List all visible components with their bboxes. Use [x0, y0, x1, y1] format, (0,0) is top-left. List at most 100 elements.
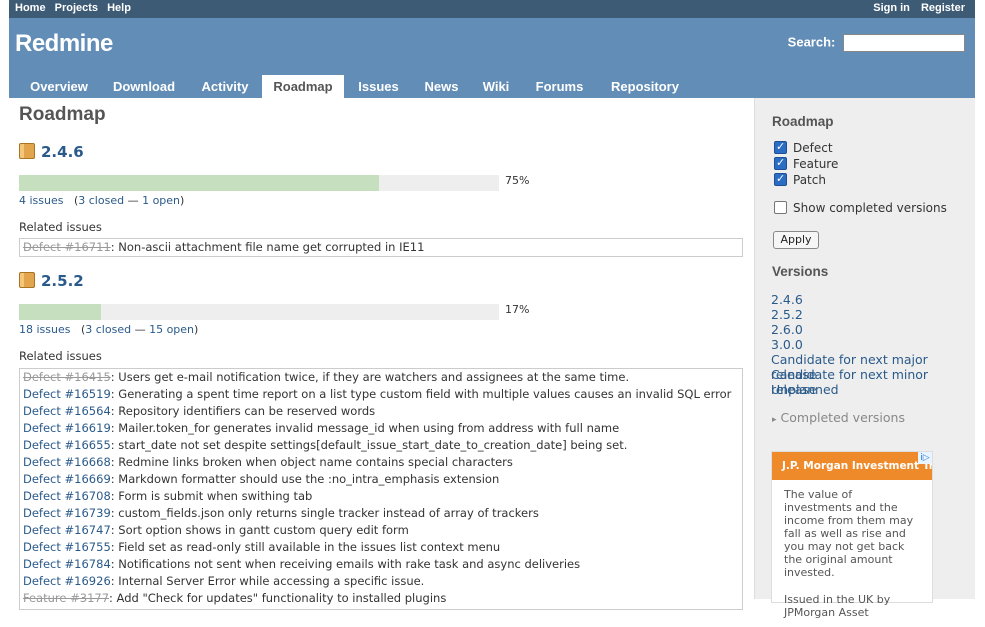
header: Redmine Search: [9, 18, 975, 75]
issue-link[interactable]: Defect #16711 [23, 240, 111, 254]
adchoices-icon[interactable]: i▷ [918, 452, 932, 464]
version-title-2-4-6[interactable]: 2.4.6 [19, 143, 84, 161]
table-row: Defect #16655: start_date not set despit… [20, 437, 742, 454]
apply-button[interactable]: Apply [773, 231, 819, 249]
tab-repository[interactable]: Repository [598, 75, 692, 98]
sidebar: Roadmap Defect Feature Patch Show comple… [755, 98, 975, 619]
progress-bar [19, 304, 499, 320]
table-row: Defect #16519: Generating a spent time r… [20, 386, 742, 403]
tab-wiki[interactable]: Wiki [472, 75, 520, 98]
tab-overview[interactable]: Overview [15, 75, 103, 98]
issue-link[interactable]: Defect #16747 [23, 523, 111, 537]
sidebar-version-link[interactable]: 2.4.6 [771, 292, 803, 307]
tab-issues[interactable]: Issues [347, 75, 410, 98]
patch-checkbox[interactable] [774, 171, 787, 187]
register-link[interactable]: Register [921, 2, 965, 14]
issue-link[interactable]: Defect #16655 [23, 438, 111, 452]
tab-news[interactable]: News [414, 75, 469, 98]
progress-percent: 17% [505, 303, 530, 316]
issue-link[interactable]: Defect #16784 [23, 557, 111, 571]
tracker-patch-row[interactable]: Patch [774, 171, 826, 188]
table-row: Defect #16711: Non-ascii attachment file… [20, 239, 742, 256]
tab-download[interactable]: Download [105, 75, 183, 98]
show-completed-label: Show completed versions [793, 201, 947, 215]
tracker-label: Feature [793, 157, 839, 171]
home-link[interactable]: Home [15, 2, 46, 14]
tracker-defect-row[interactable]: Defect [774, 139, 833, 156]
related-issues-table: Defect #16415: Users get e-mail notifica… [19, 368, 743, 610]
table-row: Defect #16668: Redmine links broken when… [20, 454, 742, 471]
main-content: Roadmap 2.4.6 75% 4 issues (3 closed — 1… [9, 98, 755, 610]
issue-link[interactable]: Defect #16668 [23, 455, 111, 469]
issue-counts: 4 issues (3 closed — 1 open) [19, 194, 185, 207]
advertisement[interactable]: J.P. Morgan Investment Trusts i▷ The val… [771, 451, 933, 619]
issues-total-link[interactable]: 4 issues [19, 194, 63, 207]
table-row: Defect #16415: Users get e-mail notifica… [20, 369, 742, 386]
ad-text: The value of investments and the income … [784, 488, 914, 579]
top-menu-right: Sign in Register [865, 2, 965, 14]
projects-link[interactable]: Projects [55, 2, 98, 14]
issue-link[interactable]: Defect #16755 [23, 540, 111, 554]
table-row: Defect #16926: Internal Server Error whi… [20, 573, 742, 590]
issue-link[interactable]: Defect #16619 [23, 421, 111, 435]
table-row: Defect #16669: Markdown formatter should… [20, 471, 742, 488]
sign-in-link[interactable]: Sign in [873, 2, 910, 14]
completed-versions-toggle[interactable]: ▸ Completed versions [772, 410, 905, 425]
table-row: Defect #16739: custom_fields.json only r… [20, 505, 742, 522]
sidebar-version-link[interactable]: Unplanned [771, 382, 839, 397]
table-row: Defect #16708: Form is submit when swith… [20, 488, 742, 505]
version-link-2-5-2[interactable]: 2.5.2 [41, 272, 84, 290]
issues-closed-link[interactable]: 3 closed [85, 323, 131, 336]
version-title-2-5-2[interactable]: 2.5.2 [19, 272, 84, 290]
issue-link[interactable]: Defect #16519 [23, 387, 111, 401]
issue-link[interactable]: Defect #16669 [23, 472, 111, 486]
progress-bar [19, 175, 499, 191]
package-icon [19, 143, 35, 159]
tracker-feature-row[interactable]: Feature [774, 155, 839, 172]
tab-forums[interactable]: Forums [526, 75, 593, 98]
sidebar-version-link[interactable]: 3.0.0 [771, 337, 803, 352]
completed-versions-label: Completed versions [780, 410, 905, 425]
issue-subject: : Mailer.token_for generates invalid mes… [110, 421, 620, 435]
issue-link[interactable]: Defect #16708 [23, 489, 111, 503]
issue-subject: : Internal Server Error while accessing … [110, 574, 425, 588]
issue-link[interactable]: Defect #16564 [23, 404, 111, 418]
related-issues-table: Defect #16711: Non-ascii attachment file… [19, 238, 743, 257]
issue-counts: 18 issues (3 closed — 15 open) [19, 323, 199, 336]
sidebar-version-link[interactable]: 2.5.2 [771, 307, 803, 322]
show-completed-checkbox[interactable] [774, 201, 787, 214]
issue-subject: : Form is submit when swithing tab [110, 489, 313, 503]
table-row: Defect #16747: Sort option shows in gant… [20, 522, 742, 539]
tab-activity[interactable]: Activity [191, 75, 259, 98]
count-separator: — [127, 194, 139, 207]
issue-subject: : start_date not set despite settings[de… [110, 438, 628, 452]
issue-subject: : Non-ascii attachment file name get cor… [110, 240, 425, 254]
issues-closed-link[interactable]: 3 closed [78, 194, 124, 207]
defect-checkbox[interactable] [774, 139, 787, 155]
issues-total-link[interactable]: 18 issues [19, 323, 70, 336]
issue-link[interactable]: Defect #16739 [23, 506, 111, 520]
related-issues-label: Related issues [19, 349, 102, 363]
issue-subject: : Redmine links broken when object name … [110, 455, 513, 469]
help-link[interactable]: Help [107, 2, 131, 14]
issue-subject: : Generating a spent time report on a li… [110, 387, 732, 401]
issues-open-link[interactable]: 1 open [142, 194, 180, 207]
issue-link[interactable]: Feature #3177 [23, 591, 109, 605]
feature-checkbox[interactable] [774, 155, 787, 171]
show-completed-row[interactable]: Show completed versions [774, 200, 947, 216]
search-input[interactable] [843, 34, 965, 52]
page-background: Home Projects Help Sign in Register Redm… [0, 0, 985, 619]
sidebar-version-link[interactable]: 2.6.0 [771, 322, 803, 337]
table-row: Defect #16784: Notifications not sent wh… [20, 556, 742, 573]
issues-open-link[interactable]: 15 open [149, 323, 194, 336]
ad-headline[interactable]: J.P. Morgan Investment Trusts [772, 452, 932, 480]
page-title: Roadmap [19, 104, 106, 125]
issue-subject: : Add "Check for updates" functionality … [109, 591, 447, 605]
issue-link[interactable]: Defect #16926 [23, 574, 111, 588]
tracker-label: Patch [793, 173, 826, 187]
issue-link[interactable]: Defect #16415 [23, 370, 111, 384]
tab-roadmap[interactable]: Roadmap [262, 75, 344, 98]
table-row: Defect #16564: Repository identifiers ca… [20, 403, 742, 420]
issue-subject: : Repository identifiers can be reserved… [110, 404, 376, 418]
version-link-2-4-6[interactable]: 2.4.6 [41, 143, 84, 161]
